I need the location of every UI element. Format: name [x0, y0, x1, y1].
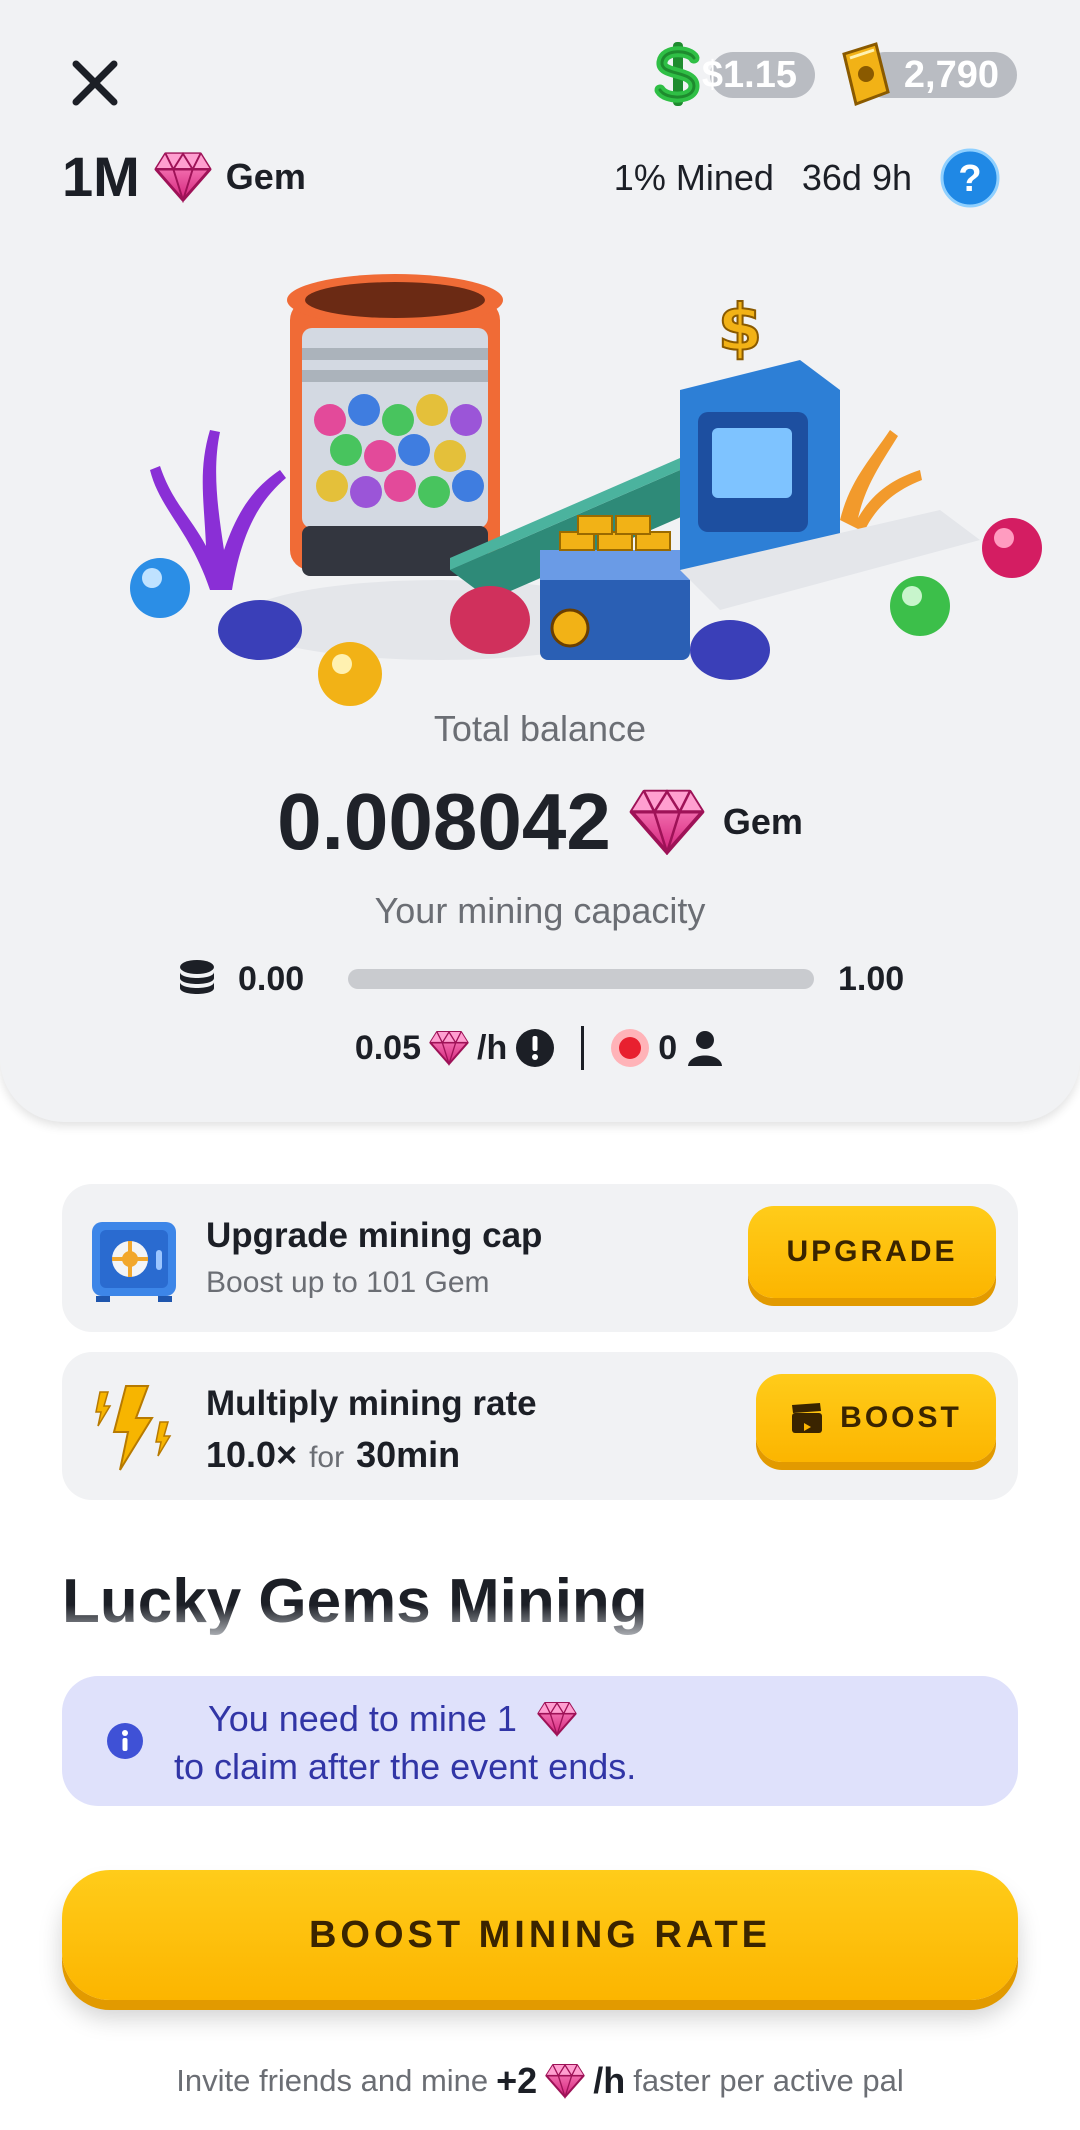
boost-duration: 30min	[356, 1434, 461, 1475]
help-icon[interactable]: ?	[940, 148, 1000, 208]
svg-text:$: $	[718, 292, 763, 366]
upgrade-button[interactable]: UPGRADE	[748, 1206, 996, 1298]
orange-coral	[840, 430, 922, 532]
total-balance-label: Total balance	[433, 708, 647, 749]
mining-panel: $1.15 2,790 1M Gem 1% Mined 36d 9h ? $ T…	[0, 0, 1080, 1122]
event-info-notice: You need to mine 1 to claim after the ev…	[62, 1676, 1018, 1806]
info-line-1: You need to mine 1	[208, 1698, 577, 1740]
cash-balance-pill[interactable]: $1.15	[702, 52, 815, 98]
invite-bonus: +2	[496, 2060, 538, 2101]
mining-capacity-progress: 0.00 1.00	[176, 954, 906, 1004]
gumball-balls	[314, 394, 484, 508]
video-clapper-icon	[792, 1403, 823, 1433]
record-icon	[611, 1029, 650, 1067]
pool-amount: 1M	[62, 145, 140, 208]
boost-button[interactable]: BOOST	[756, 1374, 996, 1462]
gem-icon	[429, 1030, 469, 1066]
mining-rate-value: 0.05	[354, 1028, 422, 1067]
boost-button-label: BOOST	[840, 1401, 962, 1434]
upgrade-mining-cap-card: Upgrade mining cap Boost up to 101 Gem U…	[62, 1184, 1018, 1332]
boost-mining-rate-button[interactable]: BOOST MINING RATE	[62, 1870, 1018, 2000]
total-balance: 0.008042 Gem	[0, 776, 1080, 868]
multiply-mining-rate-card: Multiply mining rate 10.0× for 30min BOO…	[62, 1352, 1018, 1500]
close-icon	[72, 60, 118, 106]
dollar-icon	[654, 42, 700, 106]
boost-mining-rate-label: BOOST MINING RATE	[308, 1913, 772, 1956]
coins-icon	[180, 960, 214, 994]
info-text-2: to claim after the event ends.	[174, 1746, 637, 1787]
event-status: 1% Mined 36d 9h ?	[614, 148, 1000, 208]
info-icon	[107, 1723, 143, 1759]
svg-text:?: ?	[958, 158, 981, 200]
gem-icon	[629, 789, 705, 855]
mining-rate-unit: /h	[477, 1028, 508, 1067]
total-balance-value: 0.008042	[277, 777, 611, 866]
capacity-min: 0.00	[238, 959, 305, 998]
invite-unit: /h	[593, 2060, 626, 2101]
pool-currency: Gem	[225, 155, 306, 197]
close-button[interactable]	[60, 48, 130, 118]
tickets-balance-value: 2,790	[903, 53, 999, 96]
time-left: 36d 9h	[801, 157, 912, 198]
divider	[581, 1026, 585, 1070]
boost-card-title: Multiply mining rate	[206, 1384, 537, 1423]
alert-icon[interactable]	[515, 1028, 555, 1068]
active-pals-count: 0	[658, 1028, 678, 1067]
upgrade-button-label: UPGRADE	[786, 1235, 958, 1268]
mined-percent: 1% Mined	[613, 157, 774, 198]
upgrade-card-title: Upgrade mining cap	[206, 1216, 543, 1255]
boost-card-detail: 10.0× for 30min	[206, 1434, 460, 1476]
boost-for-text: for	[309, 1441, 345, 1474]
safe-icon	[92, 1222, 176, 1302]
invite-prefix: Invite friends and mine	[176, 2063, 489, 2098]
capacity-max: 1.00	[838, 959, 905, 998]
invite-suffix: faster per active pal	[633, 2063, 904, 2098]
upgrade-card-subtitle: Boost up to 101 Gem	[206, 1266, 490, 1299]
mining-rate-row: 0.05 /h 0	[0, 1026, 1080, 1070]
info-text-1: You need to mine 1	[208, 1698, 517, 1739]
boost-multiplier: 10.0×	[206, 1434, 298, 1475]
event-pool: 1M Gem	[62, 144, 306, 209]
ticket-icon	[842, 42, 890, 107]
mining-capacity-label: Your mining capacity	[374, 890, 706, 931]
gem-icon	[545, 2063, 585, 2099]
mining-machine-illustration: $	[130, 274, 1042, 706]
lightning-icon	[95, 1385, 172, 1471]
capacity-progress-bar	[348, 969, 814, 989]
gem-icon	[537, 1701, 577, 1737]
section-title: Lucky Gems Mining	[62, 1567, 648, 1636]
user-icon	[688, 1031, 723, 1066]
gem-icon	[154, 151, 212, 203]
invite-friends-hint: Invite friends and mine +2 /h faster per…	[0, 2060, 1080, 2102]
cash-balance-value: $1.15	[701, 53, 797, 96]
total-balance-currency: Gem	[722, 801, 803, 842]
